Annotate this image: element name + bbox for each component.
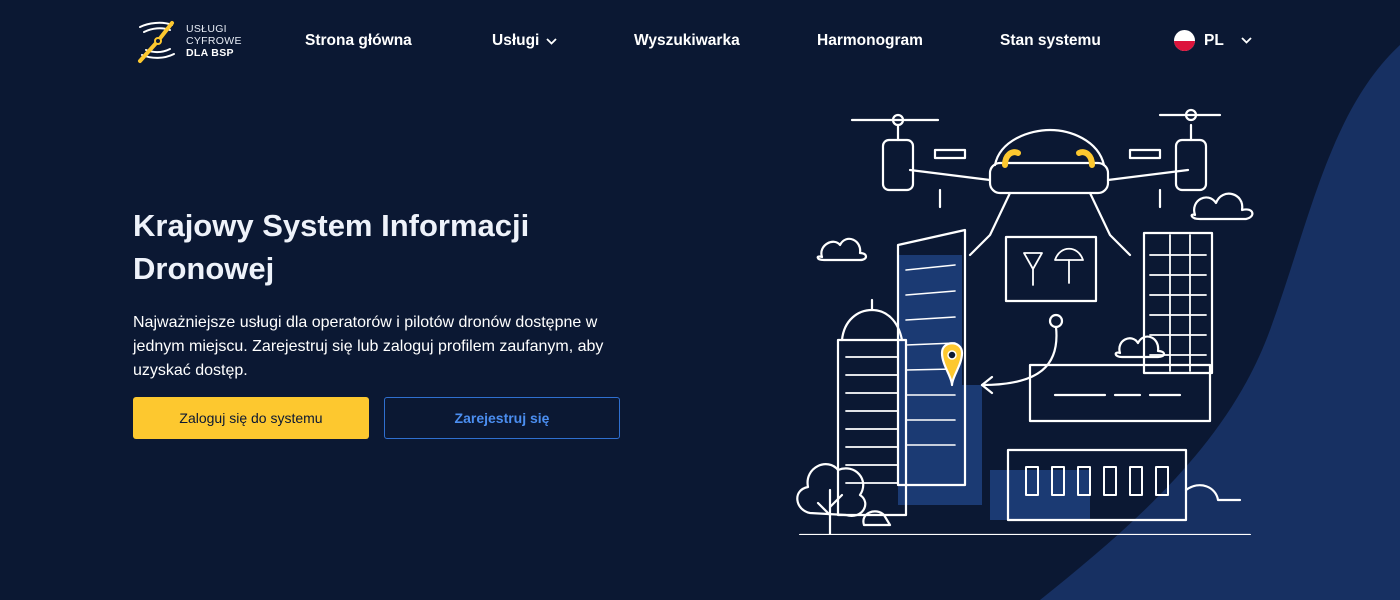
chevron-down-icon bbox=[546, 37, 558, 45]
logo-line-3: DLA BSP bbox=[186, 47, 234, 59]
login-button[interactable]: Zaloguj się do systemu bbox=[133, 397, 369, 439]
drone-city-illustration bbox=[796, 108, 1254, 535]
nav-home-label: Strona główna bbox=[305, 32, 412, 49]
nav-services[interactable]: Usługi bbox=[492, 32, 558, 50]
nav-system-status-label: Stan systemu bbox=[1000, 32, 1101, 49]
nav-home[interactable]: Strona główna bbox=[305, 32, 412, 50]
nav-services-label: Usługi bbox=[492, 32, 540, 49]
nav-system-status[interactable]: Stan systemu bbox=[1000, 32, 1101, 50]
logo-line-1: USŁUGI bbox=[186, 23, 227, 35]
nav-schedule-label: Harmonogram bbox=[817, 32, 923, 49]
language-code: PL bbox=[1204, 31, 1224, 49]
page-title: Krajowy System Informacji Dronowej bbox=[133, 208, 530, 286]
nav-search[interactable]: Wyszukiwarka bbox=[634, 32, 740, 50]
hero-description: Najważniejsze usługi dla operatorów i pi… bbox=[133, 314, 604, 379]
chevron-down-icon bbox=[1241, 37, 1252, 44]
logo-line-2: CYFROWE bbox=[186, 35, 242, 47]
register-button[interactable]: Zarejestruj się bbox=[384, 397, 620, 439]
nav-schedule[interactable]: Harmonogram bbox=[817, 32, 923, 50]
nav-search-label: Wyszukiwarka bbox=[634, 32, 740, 49]
propeller-logo-icon bbox=[138, 21, 175, 63]
language-selector[interactable]: PL bbox=[1174, 30, 1252, 51]
brand-logo[interactable]: USŁUGI CYFROWE DLA BSP bbox=[132, 14, 242, 68]
top-navigation: USŁUGI CYFROWE DLA BSP Strona główna Usł… bbox=[0, 0, 1400, 84]
poland-flag-icon bbox=[1174, 30, 1195, 51]
